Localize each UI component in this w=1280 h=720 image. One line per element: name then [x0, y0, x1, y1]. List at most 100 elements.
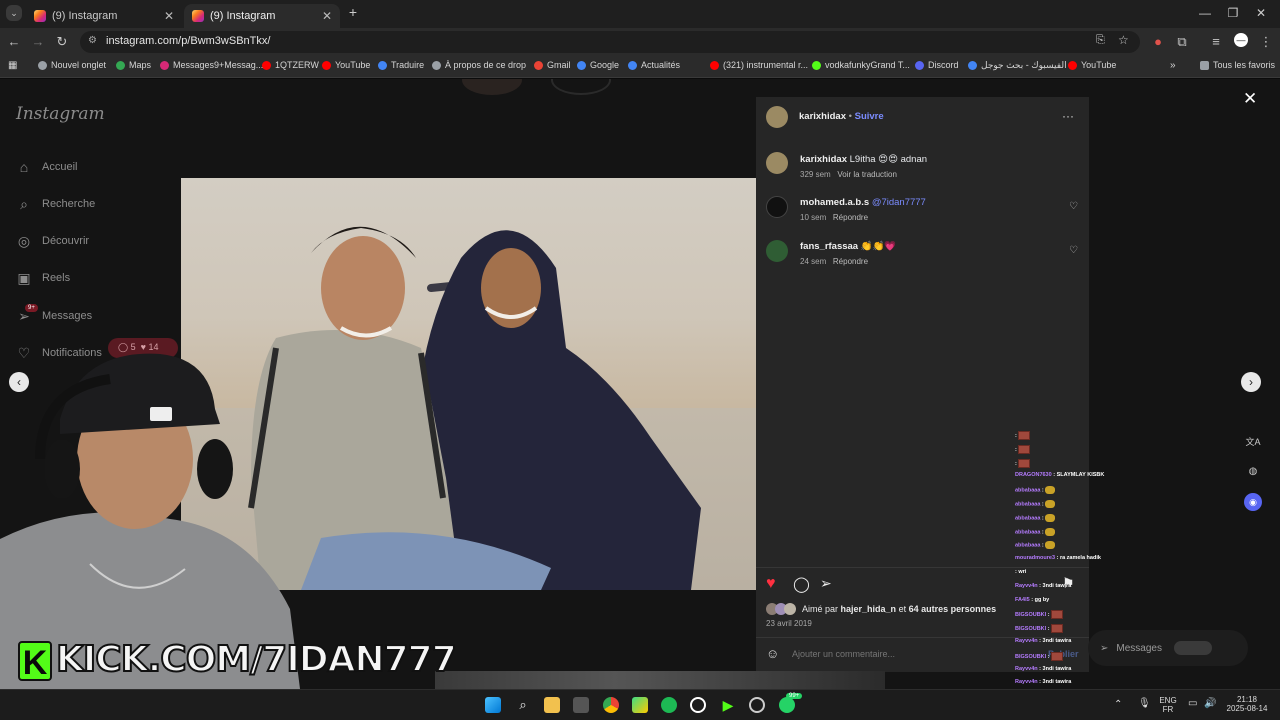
comment-1-like-icon[interactable]: ♡	[1069, 201, 1079, 212]
nav-item-reels[interactable]: ▣ Reels	[16, 270, 70, 286]
author-avatar[interactable]	[766, 106, 788, 128]
bookmark-item[interactable]: 1QTZERW	[262, 60, 319, 70]
share-paper-plane-icon[interactable]: ➢	[820, 575, 832, 592]
see-translation-link[interactable]: Voir la traduction	[837, 170, 897, 179]
site-info-icon[interactable]: ⚙	[88, 35, 97, 46]
install-app-icon[interactable]: ⎘	[1096, 34, 1105, 47]
like-button-heart-icon[interactable]: ♥	[766, 575, 776, 593]
bookmark-item[interactable]: Google	[577, 60, 619, 70]
chat-emote-icon	[1045, 527, 1056, 536]
window-close-icon[interactable]: ✕	[1254, 6, 1268, 20]
bookmark-item[interactable]: Traduire	[378, 60, 424, 70]
back-arrow-icon[interactable]: ←	[6, 34, 22, 49]
minimize-icon[interactable]: —	[1198, 6, 1212, 20]
steam-icon[interactable]	[749, 697, 765, 713]
nav-item-découvrir[interactable]: ◎ Découvrir	[16, 233, 89, 249]
language-indicator[interactable]: ENG FR	[1158, 696, 1178, 714]
emoji-picker-icon[interactable]: ☺	[766, 646, 779, 661]
bookmarks-overflow-icon[interactable]: »	[1170, 60, 1176, 71]
store-icon[interactable]	[573, 697, 589, 713]
bookmark-item[interactable]: Nouvel onglet	[38, 60, 106, 70]
bookmark-item[interactable]: Messages9+Messag...	[160, 60, 263, 70]
bookmark-item[interactable]: Actualités	[628, 60, 680, 70]
tab-1[interactable]: (9) Instagram ✕	[26, 4, 182, 28]
messages-dock[interactable]: ➢ Messages	[1088, 630, 1248, 666]
taskbar-search-icon[interactable]: ⌕	[515, 697, 531, 713]
comment-1-mention[interactable]: @7idan7777	[872, 197, 926, 208]
tab-1-close-icon[interactable]: ✕	[164, 9, 174, 23]
liked-by-user[interactable]: hajer_hida_n	[841, 604, 897, 614]
bookmark-item[interactable]: À propos de ce drop	[432, 60, 526, 70]
kick-app-icon[interactable]: ▶	[720, 697, 736, 713]
all-bookmarks[interactable]: Tous les favoris	[1200, 60, 1275, 70]
browser-tab-strip: ⌄ (9) Instagram ✕ (9) Instagram ✕ + — ❐ …	[0, 0, 1280, 28]
profile-avatar-icon[interactable]: —	[1234, 33, 1248, 47]
tab-2-close-icon[interactable]: ✕	[322, 9, 332, 23]
liked-by-others-link[interactable]: 64 autres personnes	[909, 604, 997, 614]
whatsapp-icon[interactable]	[779, 697, 795, 713]
restore-icon[interactable]: ❐	[1226, 6, 1240, 20]
forward-arrow-icon[interactable]: →	[30, 34, 46, 49]
caption-avatar[interactable]	[766, 152, 788, 174]
reading-list-icon[interactable]: ≡	[1208, 34, 1224, 49]
bookmark-item[interactable]: YouTube	[1068, 60, 1116, 70]
tab-search-chevron-icon[interactable]: ⌄	[6, 5, 22, 21]
tray-overflow-icon[interactable]: ⌃	[1114, 699, 1122, 710]
bookmark-item[interactable]: Maps	[116, 60, 151, 70]
previous-post-icon[interactable]: ‹	[9, 372, 29, 392]
bookmark-item[interactable]: الفيسبوك - بحث جوجل	[968, 60, 1067, 71]
caption-username[interactable]: karixhidax	[800, 154, 847, 165]
clock[interactable]: 21:18 2025-08-14	[1224, 695, 1270, 713]
comment-button-icon[interactable]: ◯	[793, 575, 810, 593]
bookmark-item[interactable]: Gmail	[534, 60, 571, 70]
nav-item-recherche[interactable]: ⌕ Recherche	[16, 196, 95, 212]
close-modal-icon[interactable]: ✕	[1243, 89, 1257, 109]
extension-tool-icon[interactable]: ◍	[1244, 463, 1262, 481]
bookmark-favicon-icon	[534, 60, 543, 70]
translate-icon[interactable]: 文A	[1244, 433, 1262, 451]
next-post-icon[interactable]: ›	[1241, 372, 1261, 392]
chat-username: BIGSOUBKI	[1015, 626, 1047, 633]
bookmark-item[interactable]: Discord	[915, 60, 959, 70]
apps-grid-icon[interactable]: ▦	[8, 60, 17, 71]
more-options-icon[interactable]: ···	[1062, 109, 1074, 123]
story-avatar[interactable]	[551, 79, 611, 95]
file-explorer-icon[interactable]	[544, 697, 560, 713]
add-comment-input[interactable]	[792, 646, 1042, 662]
story-avatar[interactable]	[462, 79, 522, 95]
chrome-icon[interactable]	[603, 697, 619, 713]
obs-icon[interactable]	[690, 697, 706, 713]
stream-chat-message: :	[1015, 444, 1031, 454]
comment-2-reply-button[interactable]: Répondre	[833, 257, 868, 266]
microphone-icon[interactable]: 🎙	[1138, 698, 1151, 709]
extension-red-icon[interactable]: ●	[1150, 34, 1166, 49]
extensions-puzzle-icon[interactable]: ⧉	[1174, 34, 1190, 50]
instagram-logo[interactable]: Instagram	[16, 104, 105, 124]
browser-menu-icon[interactable]: ⋮	[1258, 34, 1274, 50]
reload-icon[interactable]: ↻	[54, 34, 70, 50]
chat-text: gg by	[1034, 596, 1050, 603]
start-windows-icon[interactable]	[485, 697, 501, 713]
bookmark-item[interactable]: (321) instrumental r...	[710, 60, 808, 70]
nav-item-accueil[interactable]: ⌂ Accueil	[16, 159, 78, 175]
address-bar[interactable]: ⚙ instagram.com/p/Bwm3wSBnTkx/ ⎘ ☆	[80, 31, 1140, 53]
volume-icon[interactable]: 🔊	[1204, 698, 1216, 709]
discord-overlay-icon[interactable]: ◉	[1244, 493, 1262, 511]
comment-1-username[interactable]: mohamed.a.b.s	[800, 197, 869, 208]
comment-2-like-icon[interactable]: ♡	[1069, 245, 1079, 256]
author-username[interactable]: karixhidax	[799, 111, 846, 122]
tab-2-active[interactable]: (9) Instagram ✕	[184, 4, 340, 28]
comment-1-reply-button[interactable]: Répondre	[833, 213, 868, 222]
bluestacks-icon[interactable]	[632, 697, 648, 713]
spotify-icon[interactable]	[661, 697, 677, 713]
network-icon[interactable]: ▭	[1188, 698, 1197, 709]
bookmark-star-icon[interactable]: ☆	[1118, 33, 1129, 47]
comment-avatar[interactable]	[766, 240, 788, 262]
bookmark-item[interactable]: YouTube	[322, 60, 370, 70]
comment-2-username[interactable]: fans_rfassaa	[800, 241, 858, 252]
follow-button[interactable]: Suivre	[855, 111, 884, 122]
bookmark-item[interactable]: vodkafunkyGrand T...	[812, 60, 910, 70]
new-tab-plus-icon[interactable]: +	[346, 4, 360, 20]
bookmark-label: Messages9+Messag...	[173, 60, 264, 70]
comment-avatar[interactable]	[766, 196, 788, 218]
